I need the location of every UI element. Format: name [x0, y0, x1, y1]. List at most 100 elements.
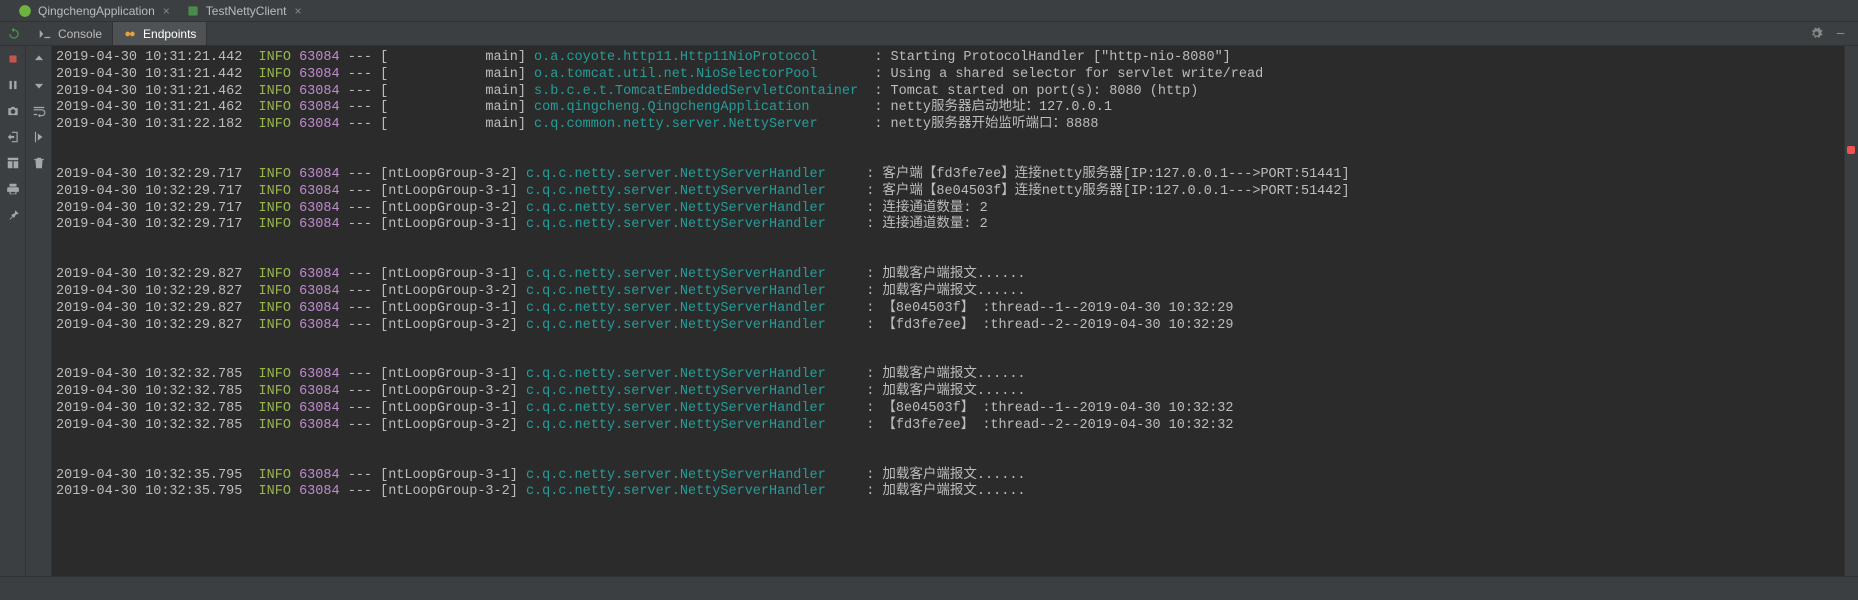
scroll-up-button[interactable]: [28, 48, 50, 70]
log-logger: o.a.coyote.http11.Http11NioProtocol: [534, 50, 874, 65]
log-logger: c.q.c.netty.server.NettyServerHandler: [526, 484, 866, 499]
log-timestamp: 2019-04-30 10:31:21.462: [56, 100, 242, 115]
log-colon: :: [866, 301, 882, 316]
down-icon: [32, 78, 46, 92]
log-line: 2019-04-30 10:32:29.827 INFO 63084 --- […: [56, 284, 1844, 301]
error-stripe[interactable]: [1844, 46, 1858, 576]
run-tab-label: TestNettyClient: [206, 4, 287, 18]
log-timestamp: 2019-04-30 10:32:29.717: [56, 217, 242, 232]
log-colon: :: [866, 284, 882, 299]
log-level: INFO: [259, 50, 291, 65]
print-button[interactable]: [2, 178, 24, 200]
log-timestamp: 2019-04-30 10:31:21.442: [56, 50, 242, 65]
log-line: 2019-04-30 10:32:32.785 INFO 63084 --- […: [56, 367, 1844, 384]
tab-endpoints[interactable]: Endpoints: [113, 22, 207, 45]
tab-console[interactable]: Console: [28, 22, 113, 45]
run-tab-testnetty[interactable]: TestNettyClient ×: [178, 0, 310, 22]
run-tab-label: QingchengApplication: [38, 4, 155, 18]
log-line: 2019-04-30 10:32:29.717 INFO 63084 --- […: [56, 201, 1844, 218]
log-level: INFO: [259, 184, 291, 199]
log-colon: :: [866, 468, 882, 483]
log-level: INFO: [259, 484, 291, 499]
log-message: netty服务器启动地址：127.0.0.1: [891, 100, 1112, 115]
minimize-button[interactable]: [1830, 24, 1850, 44]
tool-tab-bar: Console Endpoints: [0, 22, 1858, 46]
log-logger: c.q.c.netty.server.NettyServerHandler: [526, 418, 866, 433]
main-area: 2019-04-30 10:31:21.442 INFO 63084 --- […: [0, 46, 1858, 576]
log-separator: ---: [348, 401, 372, 416]
exit-button[interactable]: [2, 126, 24, 148]
log-separator: ---: [348, 468, 372, 483]
soft-wrap-button[interactable]: [28, 100, 50, 122]
log-pid: 63084: [299, 184, 340, 199]
log-timestamp: 2019-04-30 10:32:29.827: [56, 267, 242, 282]
log-level: INFO: [259, 201, 291, 216]
console-icon: [38, 27, 52, 41]
log-timestamp: 2019-04-30 10:32:32.785: [56, 401, 242, 416]
log-thread: [ main]: [380, 67, 526, 82]
log-line: 2019-04-30 10:32:32.785 INFO 63084 --- […: [56, 384, 1844, 401]
log-colon: :: [866, 201, 882, 216]
console-output[interactable]: 2019-04-30 10:31:21.442 INFO 63084 --- […: [52, 46, 1844, 576]
dump-threads-button[interactable]: [2, 100, 24, 122]
run-config-tabs: QingchengApplication × TestNettyClient ×: [0, 0, 1858, 22]
log-separator: ---: [348, 84, 372, 99]
log-colon: :: [874, 84, 890, 99]
log-thread: [ main]: [380, 100, 526, 115]
scroll-down-button[interactable]: [28, 74, 50, 96]
log-timestamp: 2019-04-30 10:32:29.827: [56, 301, 242, 316]
log-message: Starting ProtocolHandler ["http-nio-8080…: [891, 50, 1231, 65]
log-message: 加载客户端报文......: [882, 468, 1025, 483]
log-message: 连接通道数量: 2: [882, 201, 987, 216]
log-logger: c.q.c.netty.server.NettyServerHandler: [526, 367, 866, 382]
log-line: 2019-04-30 10:32:29.827 INFO 63084 --- […: [56, 267, 1844, 284]
run-rerun-button[interactable]: [0, 22, 28, 45]
view-tab-label: Endpoints: [143, 27, 196, 41]
log-level: INFO: [259, 367, 291, 382]
log-colon: :: [866, 401, 882, 416]
log-pid: 63084: [299, 167, 340, 182]
stop-button[interactable]: [2, 48, 24, 70]
pause-button[interactable]: [2, 74, 24, 96]
log-timestamp: 2019-04-30 10:32:29.717: [56, 167, 242, 182]
settings-button[interactable]: [1806, 24, 1826, 44]
log-separator: ---: [348, 67, 372, 82]
log-line: 2019-04-30 10:31:21.462 INFO 63084 --- […: [56, 84, 1844, 101]
log-timestamp: 2019-04-30 10:31:21.442: [56, 67, 242, 82]
log-level: INFO: [259, 217, 291, 232]
log-logger: c.q.c.netty.server.NettyServerHandler: [526, 468, 866, 483]
log-thread: [ntLoopGroup-3-2]: [380, 418, 518, 433]
up-icon: [32, 52, 46, 66]
scroll-end-button[interactable]: [28, 126, 50, 148]
log-colon: :: [866, 184, 882, 199]
log-line: 2019-04-30 10:32:35.795 INFO 63084 --- […: [56, 484, 1844, 501]
log-separator: ---: [348, 301, 372, 316]
endpoints-icon: [123, 27, 137, 41]
close-icon[interactable]: ×: [163, 4, 170, 18]
log-thread: [ntLoopGroup-3-1]: [380, 217, 518, 232]
log-colon: :: [866, 484, 882, 499]
log-colon: :: [874, 100, 890, 115]
log-level: INFO: [259, 100, 291, 115]
log-level: INFO: [259, 384, 291, 399]
log-logger: c.q.common.netty.server.NettyServer: [534, 117, 874, 132]
log-pid: 63084: [299, 367, 340, 382]
log-message: 加载客户端报文......: [882, 267, 1025, 282]
log-separator: ---: [348, 367, 372, 382]
clear-button[interactable]: [28, 152, 50, 174]
log-pid: 63084: [299, 284, 340, 299]
layout-button[interactable]: [2, 152, 24, 174]
log-thread: [ntLoopGroup-3-1]: [380, 401, 518, 416]
log-logger: c.q.c.netty.server.NettyServerHandler: [526, 184, 866, 199]
pin-icon: [6, 208, 20, 222]
log-blank: [56, 334, 1844, 367]
close-icon[interactable]: ×: [294, 4, 301, 18]
run-tab-qingcheng[interactable]: QingchengApplication ×: [10, 0, 178, 22]
log-level: INFO: [259, 84, 291, 99]
log-thread: [ntLoopGroup-3-2]: [380, 201, 518, 216]
log-separator: ---: [348, 184, 372, 199]
exit-icon: [6, 130, 20, 144]
log-line: 2019-04-30 10:32:29.827 INFO 63084 --- […: [56, 301, 1844, 318]
pin-button[interactable]: [2, 204, 24, 226]
minimize-icon: [1834, 27, 1847, 40]
